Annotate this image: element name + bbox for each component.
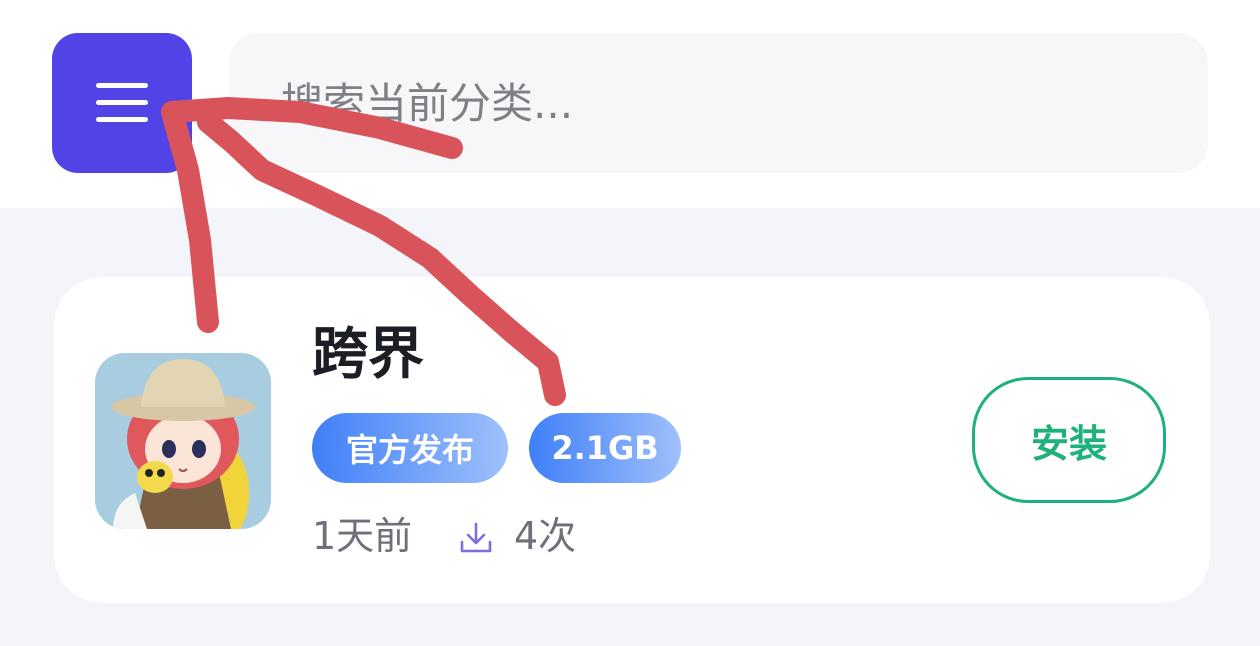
- app-card[interactable]: 跨界 官方发布 2.1GB 1天前 4次 安装: [54, 277, 1210, 603]
- install-button[interactable]: 安装: [972, 377, 1166, 503]
- app-icon: [95, 353, 271, 529]
- menu-button[interactable]: [52, 33, 192, 173]
- top-bar: [0, 0, 1260, 208]
- file-size-badge: 2.1GB: [529, 413, 681, 483]
- download-icon: [460, 522, 492, 553]
- app-title: 跨界: [312, 322, 424, 387]
- download-count: 4次: [514, 514, 577, 558]
- search-input[interactable]: [229, 33, 1208, 173]
- hamburger-menu-icon: [96, 83, 148, 122]
- updated-time: 1天前: [312, 514, 413, 558]
- official-release-badge: 官方发布: [312, 413, 508, 483]
